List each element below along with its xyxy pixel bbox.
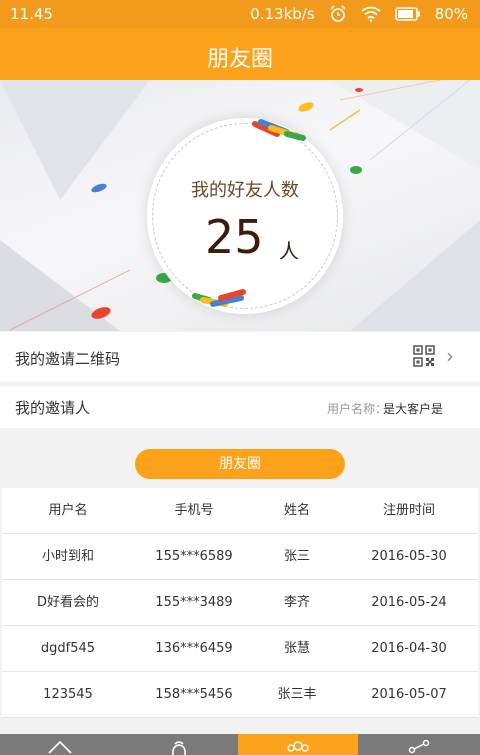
cell-register-time: 2016-05-07 (371, 687, 447, 702)
my-invite-qr-row[interactable]: 我的邀请二维码 › (0, 332, 480, 382)
battery-level: 80% (434, 5, 468, 23)
app-header: 朋友圈 (0, 28, 480, 80)
status-bar: 11.45 0.13kb/s 80% (0, 0, 480, 28)
bottom-tab-bar (0, 734, 480, 755)
money-bag-icon (172, 741, 186, 755)
header-username: 用户名 (48, 503, 88, 518)
cell-name: 张慧 (283, 641, 310, 656)
tab-home[interactable] (0, 734, 120, 755)
qr-code-icon (413, 345, 435, 367)
cell-username: dgdf545 (40, 641, 96, 656)
table-row: D好看会的 155***3489 李齐 2016-05-24 (2, 580, 478, 626)
page-title: 朋友圈 (206, 47, 273, 72)
header-register-time: 注册时间 (382, 503, 435, 518)
battery-icon (394, 7, 420, 21)
network-speed: 0.13kb/s (250, 5, 315, 23)
home-icon (48, 740, 72, 754)
cell-name: 张三 (283, 549, 310, 564)
friend-count-value: 25 (205, 210, 264, 264)
friend-count-unit: 人 (279, 239, 299, 263)
cell-username: 小时到和 (41, 549, 94, 564)
cell-username: D好看会的 (36, 595, 99, 610)
table-row: 小时到和 155***6589 张三 2016-05-30 (2, 534, 478, 580)
table-row: dgdf545 136***6459 张慧 2016-04-30 (2, 626, 478, 672)
inviter-row-label: 我的邀请人 (15, 399, 91, 417)
inviter-name-value: 是大客户是 (382, 402, 443, 416)
cell-register-time: 2016-04-30 (371, 641, 447, 656)
friend-count-label: 我的好友人数 (191, 180, 299, 201)
inviter-name-key: 用户名称： (326, 402, 387, 416)
qr-row-label: 我的邀请二维码 (15, 350, 121, 368)
tab-friends[interactable] (238, 734, 358, 755)
tab-wallet[interactable] (120, 734, 238, 755)
tab-share[interactable] (358, 734, 480, 755)
share-icon (408, 740, 430, 754)
wifi-icon (361, 6, 381, 22)
cell-phone: 155***3489 (155, 595, 233, 610)
cell-phone: 136***6459 (155, 641, 233, 656)
cell-name: 张三丰 (277, 687, 317, 702)
friends-icon (287, 741, 309, 752)
table-row: 123545 158***5456 张三丰 2016-05-07 (2, 672, 478, 718)
cell-username: 123545 (43, 687, 93, 702)
cell-phone: 155***6589 (155, 549, 233, 564)
cell-phone: 158***5456 (155, 687, 233, 702)
friends-circle-button[interactable]: 朋友圈 (135, 449, 345, 479)
cell-register-time: 2016-05-24 (371, 595, 447, 610)
alarm-icon (330, 5, 346, 22)
table-header: 用户名 手机号 姓名 注册时间 (2, 488, 478, 534)
my-inviter-row: 我的邀请人 用户名称： 是大客户是 (0, 386, 480, 428)
status-time: 11.45 (10, 5, 53, 23)
cell-register-time: 2016-05-30 (371, 549, 447, 564)
chevron-right-icon: › (446, 344, 454, 368)
cell-name: 李齐 (283, 595, 310, 610)
friend-count-badge: 我的好友人数 25 人 (147, 118, 343, 314)
friends-table: 用户名 手机号 姓名 注册时间 小时到和 155***6589 张三 2016-… (2, 488, 478, 718)
header-name: 姓名 (283, 503, 310, 518)
header-phone: 手机号 (174, 503, 214, 518)
